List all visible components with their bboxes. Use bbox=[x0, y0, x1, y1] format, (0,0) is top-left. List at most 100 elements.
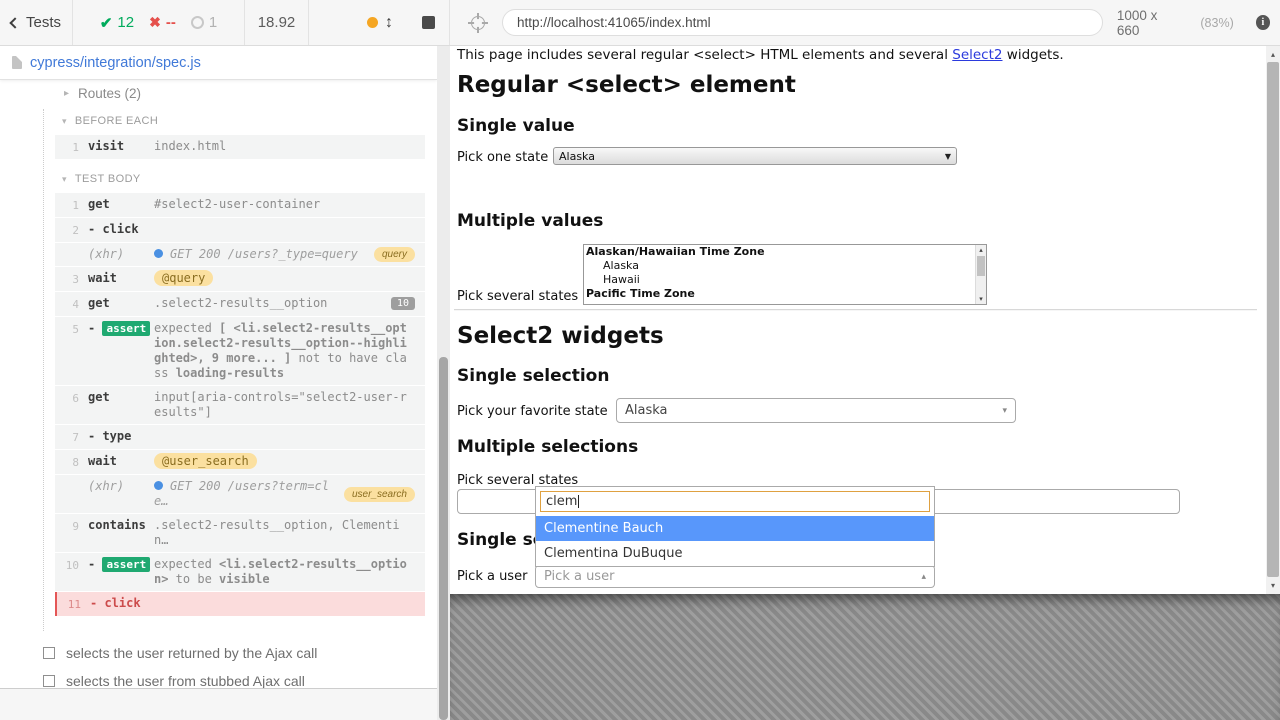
pick-one-state-label: Pick one state bbox=[457, 150, 549, 165]
pick-several-states-label: Pick several states bbox=[457, 289, 579, 304]
regular-select-heading: Regular <select> element bbox=[457, 72, 796, 98]
command-row[interactable]: 10 - assert expected <li.select2-results__… bbox=[55, 553, 425, 591]
command-number bbox=[55, 479, 88, 509]
scroll-arrows-icon[interactable]: ↕ bbox=[385, 14, 393, 31]
failed-stat: ✖ -- bbox=[149, 14, 176, 31]
command-number: 8 bbox=[72, 456, 79, 469]
before-each-header[interactable]: ▾ BEFORE EACH bbox=[0, 112, 437, 130]
command-row[interactable]: 8 wait @user_search bbox=[55, 450, 425, 474]
favorite-state-select2[interactable]: Alaska ▾ bbox=[616, 398, 1016, 423]
command-name: - click bbox=[90, 596, 141, 610]
passed-count: 12 bbox=[117, 14, 135, 31]
stop-button[interactable] bbox=[422, 16, 435, 29]
aut-frame: This page includes several regular <sele… bbox=[450, 46, 1280, 594]
select2-link[interactable]: Select2 bbox=[952, 47, 1002, 63]
xhr-method-dot-icon bbox=[154, 249, 163, 258]
triangle-down-icon: ▾ bbox=[62, 173, 67, 184]
command-number: 5 bbox=[72, 323, 79, 336]
assert-badge: assert bbox=[102, 321, 151, 336]
sidebar-scrollbar-thumb[interactable] bbox=[439, 357, 448, 720]
command-row[interactable]: 11 - click bbox=[55, 592, 425, 616]
auto-scroll-indicator-icon[interactable] bbox=[367, 17, 378, 28]
before-each-rows: 1 visit index.html bbox=[0, 135, 437, 159]
scroll-down-icon[interactable]: ▾ bbox=[976, 294, 986, 304]
favorite-state-value: Alaska bbox=[625, 403, 668, 418]
command-row[interactable]: 3 wait @query bbox=[55, 267, 425, 291]
command-row[interactable]: (xhr) GET 200 /users?term=cle… user_search bbox=[55, 475, 425, 513]
viewport-info-icon[interactable]: i bbox=[1255, 15, 1270, 30]
command-log-sidebar: cypress/integration/spec.js ▸ Routes (2)… bbox=[0, 46, 437, 720]
command-message: index.html bbox=[154, 139, 227, 153]
passed-stat: ✔ 12 bbox=[100, 14, 134, 32]
command-row[interactable]: 9 contains .select2-results__option, Cleme… bbox=[55, 514, 425, 552]
aut-scrollbar-thumb[interactable] bbox=[1267, 62, 1279, 577]
back-to-tests-button[interactable]: Tests bbox=[0, 0, 73, 45]
command-row[interactable]: 1 visit index.html bbox=[55, 135, 425, 159]
command-row[interactable]: (xhr) GET 200 /users?_type=query query bbox=[55, 243, 425, 266]
select2-result-option[interactable]: Clementina DuBuque bbox=[536, 541, 934, 566]
state-select[interactable]: Alaska ▼ bbox=[553, 147, 957, 165]
select2-search-wrap: clem bbox=[536, 487, 934, 516]
select2-arrow-down-icon: ▾ bbox=[1002, 405, 1007, 416]
intro-sentence: This page includes several regular <sele… bbox=[457, 47, 1064, 63]
alias-badge: @user_search bbox=[154, 453, 257, 469]
select2-arrow-up-icon: ▴ bbox=[921, 571, 926, 582]
command-name: - type bbox=[88, 429, 132, 443]
select2-search-input[interactable]: clem bbox=[540, 491, 930, 512]
command-message: GET 200 /users?term=cle… bbox=[154, 479, 338, 509]
command-row[interactable]: 5 - assert expected [ <li.select2-results_… bbox=[55, 317, 425, 385]
text-cursor bbox=[578, 495, 580, 508]
route-alias-badge: query bbox=[373, 247, 415, 262]
command-name: wait bbox=[88, 271, 117, 285]
state-select-value: Alaska bbox=[559, 149, 595, 163]
routes-collapsible[interactable]: ▸ Routes (2) bbox=[0, 85, 437, 102]
command-number: 9 bbox=[72, 520, 79, 533]
selector-playground-icon[interactable] bbox=[468, 12, 488, 33]
command-name: visit bbox=[88, 139, 125, 153]
aut-scrollbar[interactable]: ▴ ▾ bbox=[1266, 46, 1280, 594]
outside-viewport-area bbox=[450, 594, 1280, 720]
select2-dropdown: clem Clementine Bauch Clementina DuBuque bbox=[535, 486, 935, 567]
routes-label: Routes (2) bbox=[78, 86, 142, 101]
command-number: 7 bbox=[72, 431, 79, 444]
pending-tests-list: selects the user returned by the Ajax ca… bbox=[0, 639, 437, 695]
checkbox-icon bbox=[43, 675, 55, 687]
command-log: ▸ Routes (2) ▾ BEFORE EACH 1 visit index.h… bbox=[0, 85, 437, 631]
user-select2[interactable]: Pick a user ▴ bbox=[535, 565, 935, 588]
assert-segment: to be bbox=[168, 572, 220, 586]
back-to-tests-label: Tests bbox=[25, 14, 61, 31]
states-multiselect-listbox[interactable]: Alaskan/Hawaiian Time Zone Alaska Hawaii Pa… bbox=[583, 244, 987, 305]
listbox-scrollbar-thumb[interactable] bbox=[977, 256, 985, 276]
command-message: #select2-user-container bbox=[154, 197, 321, 211]
before-each-label: BEFORE EACH bbox=[74, 115, 159, 127]
multiple-values-heading: Multiple values bbox=[457, 211, 604, 231]
command-name: (xhr) bbox=[88, 247, 125, 261]
command-row[interactable]: 6 get input[aria-controls="select2-user-re… bbox=[55, 386, 425, 424]
url-bar[interactable]: http://localhost:41065/index.html bbox=[502, 9, 1103, 36]
scroll-up-icon[interactable]: ▴ bbox=[976, 245, 986, 255]
command-number: 1 bbox=[72, 199, 79, 212]
command-name: - assert bbox=[88, 321, 154, 381]
select2-result-option[interactable]: Clementine Bauch bbox=[536, 516, 934, 541]
listbox-option[interactable]: Alaska bbox=[584, 259, 986, 273]
assert-badge: assert bbox=[102, 557, 151, 572]
scroll-up-icon[interactable]: ▴ bbox=[1266, 46, 1280, 62]
listbox-scrollbar[interactable]: ▴ ▾ bbox=[975, 245, 986, 304]
command-number: 1 bbox=[72, 141, 79, 154]
command-row[interactable]: 2 - click bbox=[55, 218, 425, 242]
command-row[interactable]: 4 get .select2-results__option 10 bbox=[55, 292, 425, 316]
command-message: .select2-results__option, Clementin… bbox=[154, 518, 400, 547]
command-row[interactable]: 7 - type bbox=[55, 425, 425, 449]
select2-widgets-heading: Select2 widgets bbox=[457, 323, 664, 349]
command-message bbox=[156, 596, 415, 612]
sidebar-scrollbar[interactable] bbox=[437, 46, 450, 720]
test-body-header[interactable]: ▾ TEST BODY bbox=[0, 170, 437, 188]
listbox-option[interactable]: Hawaii bbox=[584, 273, 986, 287]
pending-test[interactable]: selects the user returned by the Ajax ca… bbox=[0, 639, 437, 667]
command-message bbox=[154, 429, 415, 445]
command-row[interactable]: 1 get #select2-user-container bbox=[55, 193, 425, 217]
test-body-rows: 1 get #select2-user-container 2 - click (xhr)… bbox=[0, 193, 437, 616]
spec-file-link[interactable]: cypress/integration/spec.js bbox=[30, 55, 201, 71]
command-name: get bbox=[88, 296, 110, 310]
scroll-down-icon[interactable]: ▾ bbox=[1266, 577, 1280, 594]
